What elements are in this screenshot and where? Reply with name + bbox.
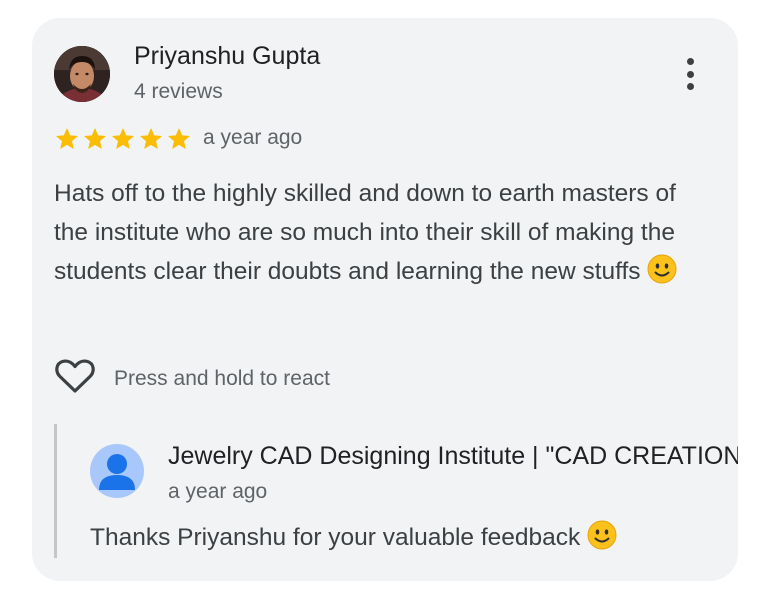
star-icon (167, 127, 191, 149)
star-icon (83, 127, 107, 149)
slightly-smiling-face-emoji (587, 520, 617, 557)
review-text: Hats off to the highly skilled and down … (54, 174, 704, 296)
owner-name: Jewelry CAD Designing Institute | "CAD C… (168, 442, 738, 470)
reviewer-avatar-image (54, 46, 110, 102)
review-card: Priyanshu Gupta 4 reviews a year ago Hat… (32, 18, 738, 581)
reply-time: a year ago (168, 480, 268, 503)
more-vert-icon (686, 58, 694, 65)
more-options-button[interactable] (676, 54, 704, 94)
reply-text: Thanks Priyanshu for your valuable feedb… (90, 520, 617, 557)
star-icon (111, 127, 135, 149)
owner-avatar (90, 444, 144, 498)
star-icon (139, 127, 163, 149)
reply-divider (54, 424, 57, 558)
react-label: Press and hold to react (114, 366, 330, 390)
react-button[interactable]: Press and hold to react (54, 358, 330, 399)
heart-outline-icon (54, 358, 96, 399)
review-text-body: Hats off to the highly skilled and down … (54, 180, 676, 285)
reviewer-review-count: 4 reviews (134, 80, 223, 103)
reply-text-body: Thanks Priyanshu for your valuable feedb… (90, 524, 581, 551)
review-time: a year ago (203, 126, 303, 149)
star-icon (55, 127, 79, 149)
reviewer-avatar[interactable] (54, 46, 110, 102)
reviewer-name[interactable]: Priyanshu Gupta (134, 42, 320, 71)
star-rating (54, 126, 192, 152)
slightly-smiling-face-emoji (647, 254, 677, 296)
person-icon (99, 454, 135, 490)
